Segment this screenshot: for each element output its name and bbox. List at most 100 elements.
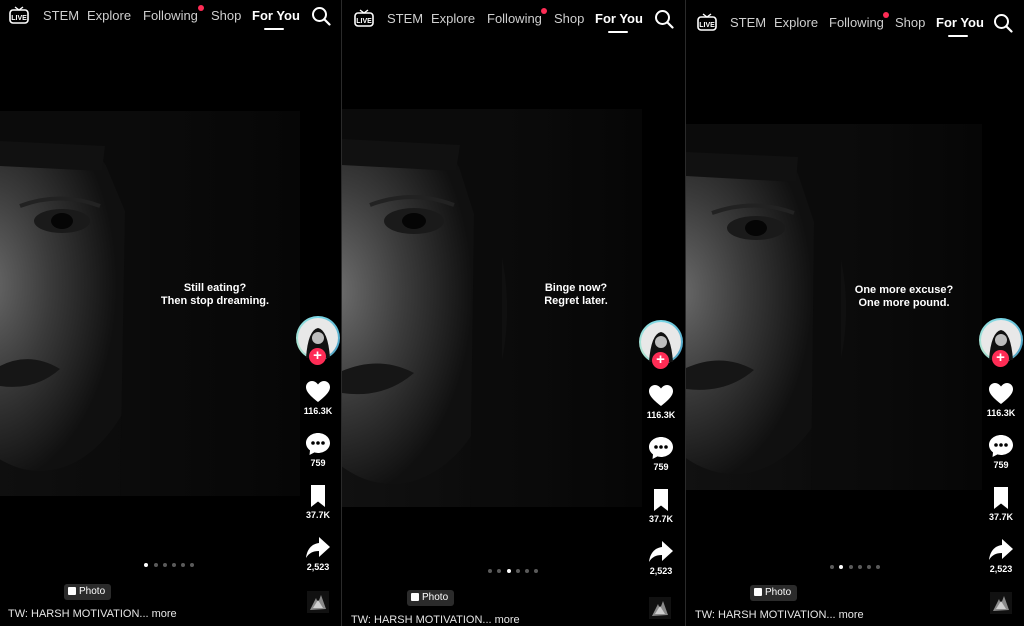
tab-for-you[interactable]: For You (936, 15, 984, 30)
tab-following[interactable]: Following (143, 8, 198, 23)
follow-plus-icon[interactable]: + (309, 348, 326, 365)
like-count: 116.3K (303, 406, 333, 416)
active-tab-underline (948, 35, 968, 37)
carousel-dot[interactable] (534, 569, 538, 573)
overlay-quote: Binge now? Regret later. (501, 282, 651, 308)
tab-stem[interactable]: STEM (387, 11, 423, 26)
comment-icon (649, 437, 673, 459)
bookmark-icon (311, 485, 325, 507)
active-tab-underline (264, 28, 284, 30)
post-panel-2: LIVE STEM Explore Following Shop For You… (342, 0, 685, 626)
save-button[interactable]: 37.7K (639, 488, 683, 524)
share-count: 2,523 (306, 562, 330, 572)
carousel-dot[interactable] (190, 563, 194, 567)
photo-badge: Photo (750, 585, 798, 601)
tab-shop[interactable]: Shop (554, 11, 584, 26)
post-caption[interactable]: TW: HARSH MOTIVATION... more (695, 609, 864, 621)
like-button[interactable]: 116.3K (639, 384, 683, 420)
quote-line-2: One more pound. (858, 297, 950, 309)
tab-explore[interactable]: Explore (87, 8, 131, 23)
carousel-dot[interactable] (507, 569, 511, 573)
post-panel-1: LIVE STEM Explore Following Shop For You… (0, 0, 341, 626)
post-photo[interactable] (342, 109, 642, 507)
carousel-dot[interactable] (876, 565, 880, 569)
music-disc-icon[interactable] (649, 597, 671, 619)
carousel-dot[interactable] (858, 565, 862, 569)
carousel-dot[interactable] (163, 563, 167, 567)
carousel-dot[interactable] (144, 563, 148, 567)
live-icon[interactable]: LIVE (354, 9, 374, 27)
comment-icon (989, 435, 1013, 457)
like-count: 116.3K (986, 408, 1016, 418)
post-caption[interactable]: TW: HARSH MOTIVATION... more (351, 614, 520, 626)
tab-shop[interactable]: Shop (895, 15, 925, 30)
share-icon (649, 541, 673, 562)
action-bar: + 116.3K 759 37.7K 2,523 (639, 320, 683, 620)
carousel-dots[interactable] (830, 565, 884, 569)
bookmark-icon (654, 489, 668, 511)
comment-count: 759 (310, 458, 326, 468)
carousel-dot[interactable] (516, 569, 520, 573)
tab-for-you[interactable]: For You (595, 11, 643, 26)
follow-plus-icon[interactable]: + (652, 352, 669, 369)
carousel-dot[interactable] (867, 565, 871, 569)
comment-count: 759 (653, 462, 669, 472)
quote-line-1: Binge now? (544, 282, 608, 294)
save-count: 37.7K (988, 512, 1014, 522)
photo-icon (68, 587, 76, 595)
share-button[interactable]: 2,523 (639, 540, 683, 576)
save-button[interactable]: 37.7K (296, 484, 340, 520)
carousel-dot[interactable] (172, 563, 176, 567)
live-icon[interactable]: LIVE (697, 13, 717, 31)
tab-explore[interactable]: Explore (774, 15, 818, 30)
top-nav: LIVE STEM Explore Following Shop For You (686, 0, 1024, 40)
carousel-dot[interactable] (181, 563, 185, 567)
carousel-dots[interactable] (144, 563, 198, 567)
search-icon[interactable] (311, 6, 331, 26)
tab-explore[interactable]: Explore (431, 11, 475, 26)
photo-icon (411, 593, 419, 601)
search-icon[interactable] (993, 13, 1013, 33)
share-count: 2,523 (649, 566, 673, 576)
comment-button[interactable]: 759 (639, 436, 683, 472)
share-icon (989, 539, 1013, 560)
comment-button[interactable]: 759 (979, 434, 1023, 470)
save-count: 37.7K (648, 514, 674, 524)
tab-shop[interactable]: Shop (211, 8, 241, 23)
quote-line-2: Then stop dreaming. (160, 295, 270, 307)
tab-stem[interactable]: STEM (730, 15, 766, 30)
save-button[interactable]: 37.7K (979, 486, 1023, 522)
carousel-dot[interactable] (497, 569, 501, 573)
following-notification-dot (198, 5, 204, 11)
search-icon[interactable] (654, 9, 674, 29)
share-button[interactable]: 2,523 (979, 538, 1023, 574)
tab-following[interactable]: Following (487, 11, 542, 26)
tab-following[interactable]: Following (829, 15, 884, 30)
share-count: 2,523 (989, 564, 1013, 574)
music-disc-icon[interactable] (307, 591, 329, 613)
carousel-dot[interactable] (154, 563, 158, 567)
music-disc-icon[interactable] (990, 592, 1012, 614)
follow-plus-icon[interactable]: + (992, 350, 1009, 367)
comment-count: 759 (993, 460, 1009, 470)
like-button[interactable]: 116.3K (296, 380, 340, 416)
svg-text:LIVE: LIVE (11, 15, 27, 22)
carousel-dot[interactable] (488, 569, 492, 573)
photo-badge-label: Photo (79, 586, 106, 597)
carousel-dot[interactable] (525, 569, 529, 573)
carousel-dot[interactable] (849, 565, 853, 569)
tab-for-you[interactable]: For You (252, 8, 300, 23)
like-button[interactable]: 116.3K (979, 382, 1023, 418)
comment-button[interactable]: 759 (296, 432, 340, 468)
post-caption[interactable]: TW: HARSH MOTIVATION... more (8, 608, 177, 620)
heart-icon (649, 385, 673, 406)
carousel-dot[interactable] (830, 565, 834, 569)
live-icon[interactable]: LIVE (9, 6, 29, 24)
active-tab-underline (608, 31, 628, 33)
tab-stem[interactable]: STEM (43, 8, 79, 23)
following-notification-dot (541, 8, 547, 14)
carousel-dots[interactable] (488, 569, 542, 573)
action-bar: + 116.3K 759 37.7K 2,523 (296, 316, 340, 616)
share-button[interactable]: 2,523 (296, 536, 340, 572)
carousel-dot[interactable] (839, 565, 843, 569)
